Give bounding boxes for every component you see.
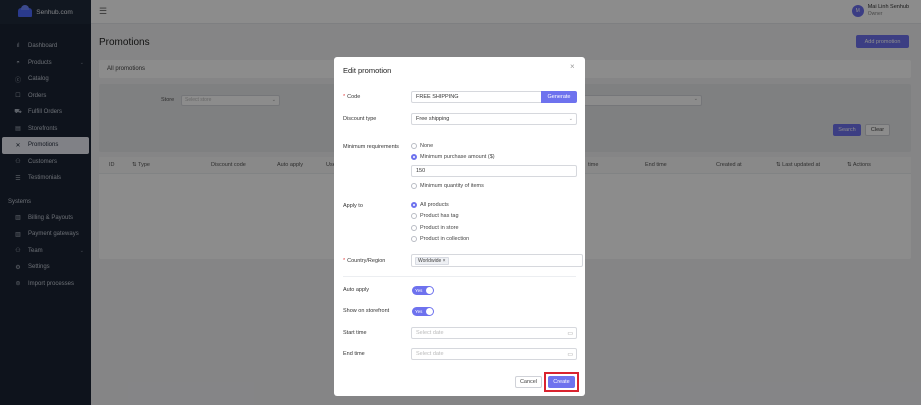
radio-apply-product-collection[interactable]: Product in collection: [411, 236, 469, 242]
divider: [343, 276, 576, 277]
show-on-storefront-toggle[interactable]: Yes: [412, 307, 434, 316]
radio-min-purchase-amount[interactable]: Minimum purchase amount ($): [411, 154, 495, 160]
modal-title: Edit promotion: [343, 66, 392, 75]
end-time-label: End time: [343, 351, 365, 357]
country-region-select[interactable]: Worldwide ×: [411, 254, 583, 267]
chevron-down-icon: ⌄: [568, 116, 573, 122]
radio-apply-product-store[interactable]: Product in store: [411, 225, 459, 231]
apply-to-label: Apply to: [343, 203, 363, 209]
radio-apply-product-tag[interactable]: Product has tag: [411, 213, 459, 219]
calendar-icon: ▭: [567, 331, 573, 337]
radio-circle: [411, 202, 417, 208]
generate-button[interactable]: Generate: [541, 91, 577, 103]
cancel-button[interactable]: Cancel: [515, 376, 542, 388]
radio-min-none[interactable]: None: [411, 143, 433, 149]
code-label: * Code: [343, 94, 361, 100]
radio-apply-all-products[interactable]: All products: [411, 202, 449, 208]
minimum-amount-input[interactable]: 150: [411, 165, 577, 177]
end-time-input[interactable]: Select date ▭: [411, 348, 577, 360]
radio-circle: [411, 213, 417, 219]
auto-apply-label: Auto apply: [343, 287, 369, 293]
radio-circle: [411, 225, 417, 231]
discount-type-label: Discount type: [343, 116, 377, 122]
close-icon[interactable]: ×: [570, 62, 575, 71]
show-on-storefront-label: Show on storefront: [343, 308, 390, 314]
toggle-knob: [426, 287, 433, 294]
start-time-input[interactable]: Select date ▭: [411, 327, 577, 339]
radio-circle: [411, 183, 417, 189]
edit-promotion-modal: Edit promotion × * Code FREE SHIPPING Gen…: [334, 57, 585, 396]
radio-circle: [411, 154, 417, 160]
toggle-knob: [426, 308, 433, 315]
auto-apply-toggle[interactable]: Yes: [412, 286, 434, 295]
create-button-highlight: Create: [544, 372, 579, 392]
minimum-requirements-label: Minimum requirements: [343, 144, 399, 150]
discount-type-select[interactable]: Free shipping ⌄: [411, 113, 577, 125]
create-button[interactable]: Create: [548, 376, 575, 388]
radio-circle: [411, 143, 417, 149]
start-time-label: Start time: [343, 330, 367, 336]
radio-circle: [411, 236, 417, 242]
code-input[interactable]: FREE SHIPPING: [411, 91, 542, 103]
tag-remove-icon[interactable]: ×: [443, 258, 446, 264]
calendar-icon: ▭: [567, 352, 573, 358]
country-tag: Worldwide ×: [415, 257, 449, 265]
country-region-label: * Country/Region: [343, 258, 386, 264]
radio-min-quantity[interactable]: Minimum quantity of items: [411, 183, 484, 189]
